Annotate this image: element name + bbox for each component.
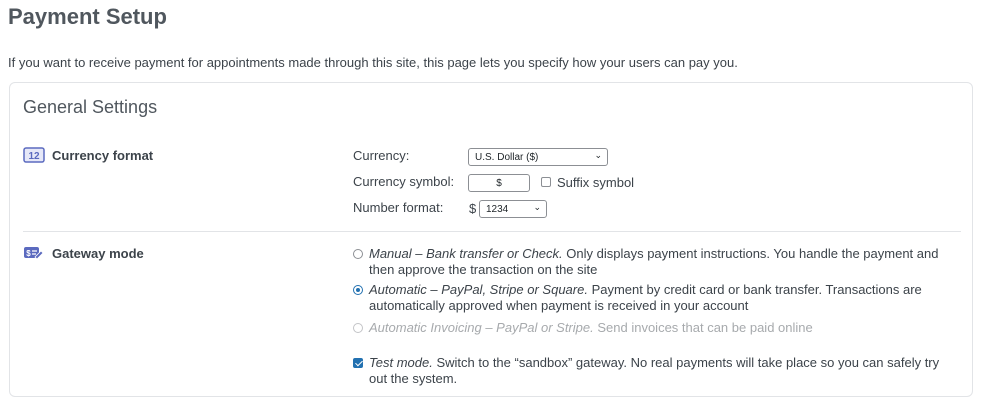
number-format-select[interactable]: 1234 ⌄ bbox=[479, 200, 547, 218]
number-format-label: Number format: bbox=[353, 200, 444, 215]
gateway-automatic-text: Automatic – PayPal, Stripe or Square. Pa… bbox=[369, 282, 954, 314]
suffix-symbol-label: Suffix symbol bbox=[557, 175, 635, 190]
chevron-down-icon: ⌄ bbox=[533, 202, 541, 212]
general-settings-title: General Settings bbox=[23, 97, 158, 117]
currency-format-heading: 12 Currency format bbox=[23, 147, 153, 163]
page-intro: If you want to receive payment for appoi… bbox=[8, 55, 738, 70]
gateway-invoicing-radio[interactable] bbox=[353, 323, 363, 333]
currency-label: Currency: bbox=[353, 148, 410, 163]
chevron-down-icon: ⌄ bbox=[594, 150, 602, 160]
svg-text:12: 12 bbox=[28, 151, 40, 162]
test-mode-desc: Switch to the “sandbox” gateway. No real… bbox=[369, 355, 940, 386]
test-mode-checkbox[interactable] bbox=[353, 358, 363, 368]
gateway-automatic-radio[interactable] bbox=[353, 285, 363, 295]
suffix-symbol-checkbox[interactable] bbox=[541, 177, 551, 187]
number-format-prefix: $ bbox=[469, 201, 477, 216]
page-title: Payment Setup bbox=[8, 4, 167, 29]
currency-symbol-label: Currency symbol: bbox=[353, 174, 455, 189]
currency-symbol-input[interactable]: $ bbox=[468, 174, 530, 192]
number-format-value: 1234 bbox=[486, 203, 509, 215]
currency-select-value: U.S. Dollar ($) bbox=[475, 151, 539, 163]
test-mode-name: Test mode. bbox=[369, 355, 433, 370]
gateway-manual-radio[interactable] bbox=[353, 249, 363, 259]
payment-gateway-icon: $ bbox=[23, 245, 45, 261]
payment-setup-page: Payment Setup If you want to receive pay… bbox=[0, 0, 984, 409]
section-divider bbox=[23, 231, 961, 232]
calendar-12-icon: 12 bbox=[23, 147, 45, 163]
gateway-mode-heading: $ Gateway mode bbox=[23, 245, 144, 261]
general-settings-card: General Settings 12 Currency format Curr… bbox=[9, 82, 973, 397]
gateway-manual-text: Manual – Bank transfer or Check. Only di… bbox=[369, 246, 954, 278]
currency-symbol-value: $ bbox=[496, 177, 502, 189]
gateway-invoicing-name: Automatic Invoicing – PayPal or Stripe. bbox=[369, 320, 594, 335]
currency-format-label: Currency format bbox=[52, 147, 154, 163]
svg-text:$: $ bbox=[26, 249, 31, 258]
gateway-invoicing-text: Automatic Invoicing – PayPal or Stripe. … bbox=[369, 320, 954, 336]
gateway-mode-label: Gateway mode bbox=[52, 245, 144, 261]
gateway-manual-name: Manual – Bank transfer or Check. bbox=[369, 246, 563, 261]
gateway-automatic-name: Automatic – PayPal, Stripe or Square. bbox=[369, 282, 588, 297]
test-mode-text: Test mode. Switch to the “sandbox” gatew… bbox=[369, 355, 954, 387]
currency-select[interactable]: U.S. Dollar ($) ⌄ bbox=[468, 148, 608, 166]
gateway-invoicing-desc: Send invoices that can be paid online bbox=[597, 320, 813, 335]
